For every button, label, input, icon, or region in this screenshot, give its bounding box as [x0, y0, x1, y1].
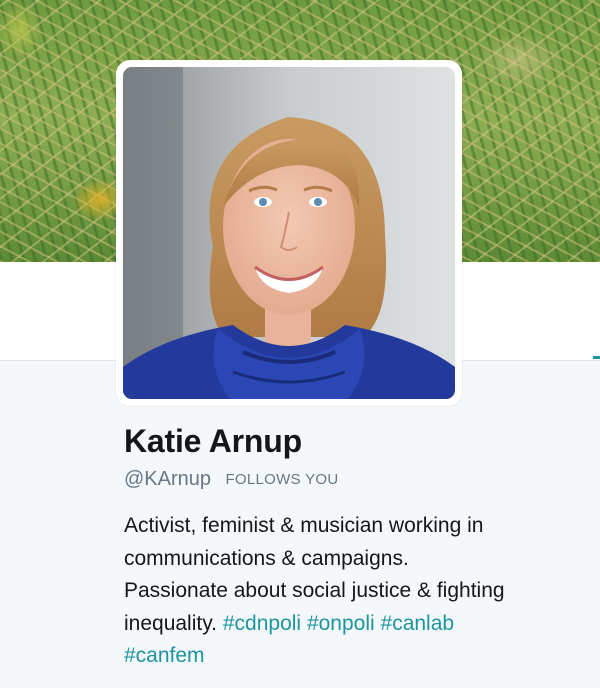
hashtag-link-onpoli[interactable]: #onpoli [307, 612, 375, 635]
follows-you-badge: FOLLOWS YOU [225, 471, 339, 488]
hashtag-link-cdnpoli[interactable]: #cdnpoli [223, 612, 301, 635]
avatar-photo [123, 67, 455, 399]
profile-handle-row: @KArnup FOLLOWS YOU [124, 468, 339, 491]
profile-bio: Activist, feminist & musician working in… [124, 510, 594, 673]
bio-line: Activist, feminist & musician working in [124, 514, 484, 537]
bio-line: communications & campaigns. [124, 546, 409, 570]
bio-line: inequality. [124, 611, 218, 635]
hashtag-link-canlab[interactable]: #canlab [381, 612, 455, 635]
bio-line: Passionate about social justice & fighti… [124, 579, 505, 602]
profile-name[interactable]: Katie Arnup [124, 423, 302, 460]
profile-handle[interactable]: @KArnup [124, 468, 211, 490]
nav-active-indicator [593, 356, 600, 359]
hashtag-link-canfem[interactable]: #canfem [124, 644, 205, 667]
profile-avatar[interactable] [116, 60, 462, 406]
